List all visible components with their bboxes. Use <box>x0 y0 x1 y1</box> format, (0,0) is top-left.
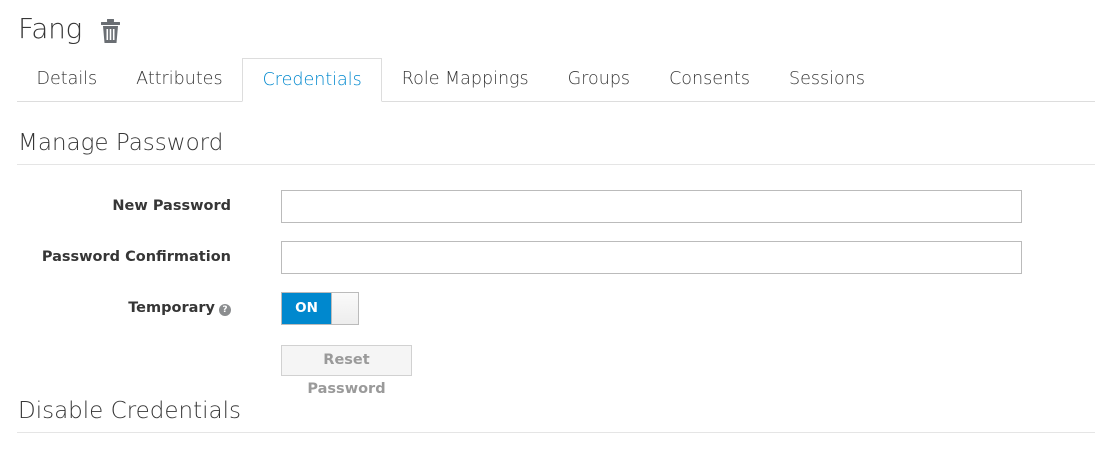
password-confirmation-label: Password Confirmation <box>41 249 231 265</box>
toggle-knob <box>331 293 358 324</box>
temporary-toggle[interactable]: ON <box>281 292 359 325</box>
question-circle-icon[interactable]: ? <box>219 304 231 316</box>
new-password-label: New Password <box>112 198 231 214</box>
tab-details[interactable]: Details <box>17 58 117 101</box>
tab-groups[interactable]: Groups <box>548 58 649 101</box>
tab-role-mappings[interactable]: Role Mappings <box>382 58 548 101</box>
tab-attributes[interactable]: Attributes <box>117 58 242 101</box>
toggle-on-text: ON <box>282 293 331 324</box>
temporary-label: Temporary <box>128 300 215 316</box>
tab-consents[interactable]: Consents <box>650 58 770 101</box>
user-tabs: Details Attributes Credentials Role Mapp… <box>17 58 1095 102</box>
password-confirmation-input[interactable] <box>281 241 1022 274</box>
reset-password-button[interactable]: Reset Password <box>281 345 412 397</box>
manage-password-heading: Manage Password <box>17 130 1095 165</box>
page-title: Fang <box>18 12 83 45</box>
tab-sessions[interactable]: Sessions <box>770 58 885 101</box>
temporary-label-row: Temporary? <box>128 300 231 316</box>
page-header: Fang <box>18 10 121 48</box>
trash-icon[interactable] <box>101 19 121 43</box>
tab-credentials[interactable]: Credentials <box>242 58 383 102</box>
disable-credentials-heading: Disable Credentials <box>17 398 1095 433</box>
new-password-input[interactable] <box>281 190 1022 223</box>
